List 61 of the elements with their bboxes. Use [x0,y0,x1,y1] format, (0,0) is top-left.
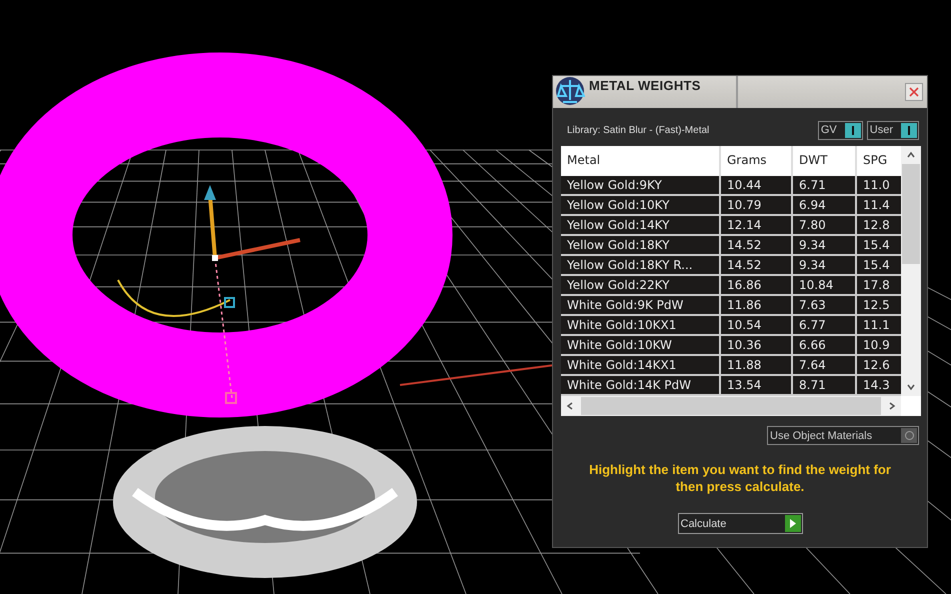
use-object-materials-toggle[interactable]: Use Object Materials [767,426,919,445]
table-cell: 11.0 [857,176,901,196]
table-cell: 10.54 [721,316,793,336]
table-cell: Yellow Gold:9KY [561,176,721,196]
table-cell: 11.88 [721,356,793,376]
table-cell: White Gold:14K PdW [561,376,721,396]
horizontal-scrollbar[interactable] [561,396,901,416]
table-cell: 8.71 [793,376,857,396]
close-icon [909,87,919,97]
table-cell: 10.36 [721,336,793,356]
table-cell: 7.63 [793,296,857,316]
table-cell: 15.4 [857,256,901,276]
table-cell: 12.5 [857,296,901,316]
table-cell: 16.86 [721,276,793,296]
table-cell: 10.84 [793,276,857,296]
table-cell: Yellow Gold:14KY [561,216,721,236]
close-button[interactable] [905,83,923,101]
table-cell: 7.80 [793,216,857,236]
table-cell: 10.9 [857,336,901,356]
table-cell: White Gold:14KX1 [561,356,721,376]
table-cell: 12.14 [721,216,793,236]
chevron-left-icon[interactable] [565,401,575,411]
table-cell: 6.94 [793,196,857,216]
calculate-button[interactable]: Calculate [678,513,802,534]
table-cell: Yellow Gold:10KY [561,196,721,216]
scale-icon [555,76,585,106]
table-cell: 9.34 [793,256,857,276]
table-cell: 10.44 [721,176,793,196]
table-cell: 13.54 [721,376,793,396]
instruction-text: Highlight the item you want to find the weight for then press calculate. [588,461,892,495]
table-cell: 11.86 [721,296,793,316]
table-cell: Yellow Gold:18KY [561,236,721,256]
table-cell: 7.64 [793,356,857,376]
table-cell: 6.77 [793,316,857,336]
toggle-button[interactable]: User [866,120,919,140]
toggle-button[interactable]: GV [818,120,863,140]
table-cell: 12.6 [857,356,901,376]
table-cell: Yellow Gold:22KY [561,276,721,296]
table-cell: 12.8 [857,216,901,236]
vertical-scrollbar[interactable] [901,146,921,396]
table-cell: 10.79 [721,196,793,216]
table-cell: 11.1 [857,316,901,336]
table-cell: Yellow Gold:18KY R... [561,256,721,276]
table-cell: White Gold:10KX1 [561,316,721,336]
table-cell: 11.4 [857,196,901,216]
library-label: Library: Satin Blur - (Fast)-Metal [567,124,710,136]
table-cell: 14.3 [857,376,901,396]
play-icon [790,519,796,528]
table-cell: 14.52 [721,256,793,276]
chevron-right-icon[interactable] [887,401,897,411]
window-title: METAL WEIGHTS [589,78,701,93]
table-cell: 6.71 [793,176,857,196]
table-cell: White Gold:10KW [561,336,721,356]
table-cell: White Gold:9K PdW [561,296,721,316]
table-cell: 9.34 [793,236,857,256]
table-cell: 14.52 [721,236,793,256]
table-cell: 6.66 [793,336,857,356]
table-cell: 17.8 [857,276,901,296]
chevron-up-icon[interactable] [906,150,916,160]
chevron-down-icon[interactable] [906,382,916,392]
table-cell: 15.4 [857,236,901,256]
